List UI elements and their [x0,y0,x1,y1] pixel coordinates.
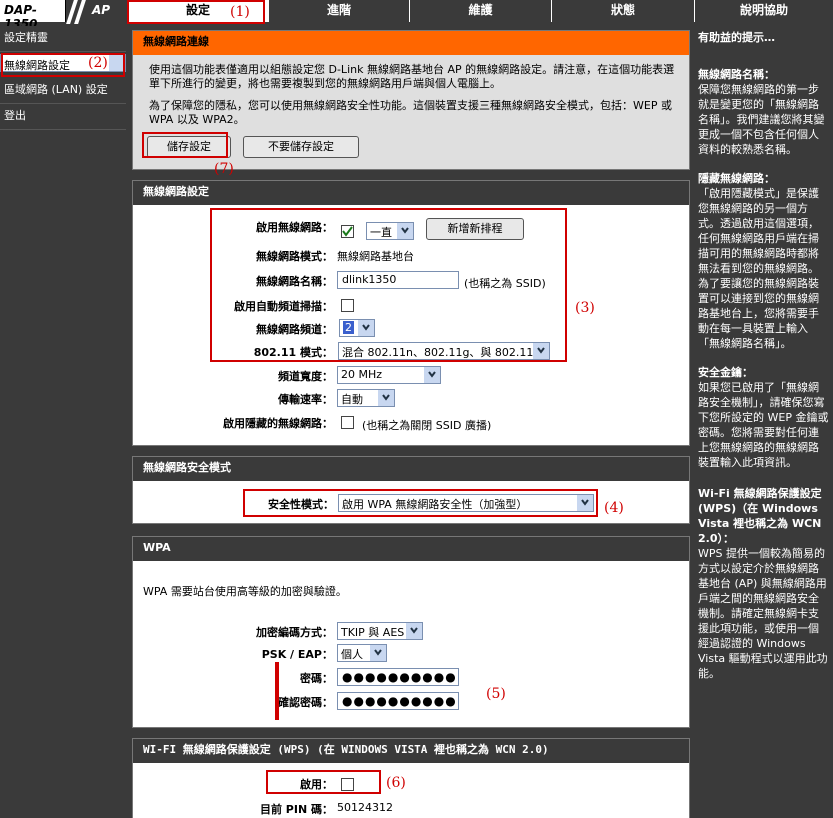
hidden-wireless-checkbox[interactable] [341,416,354,429]
transmission-rate-label: 傳輸速率： [278,393,333,406]
help-title: 有助益的提示… [698,31,775,44]
annotation-4: (4) [604,500,624,516]
help-panel: 有助益的提示… 無線網路名稱： 保障您無線網路的第一步就是變更您的「無線網路名稱… [694,24,833,818]
annotation-1: (1) [230,4,250,20]
cipher-select[interactable]: TKIP 與 AES [337,622,423,640]
security-mode-title: 無線網路安全模式 [133,457,689,481]
help-heading-wps: Wi-Fi 無線網路保護設定 (WPS)（在 Windows Vista 裡也稱… [698,487,822,545]
chevron-down-icon [374,649,382,656]
sidebar-item-lan[interactable]: 區域網路 (LAN) 設定 [0,80,126,104]
highlight-box [266,770,381,794]
sidebar-item-logout[interactable]: 登出 [0,106,126,130]
help-text-wps: WPS 提供一個較為簡易的方式以設定介於無線網路基地台 (AP) 與無線網路用戶… [698,547,828,680]
highlight-box [142,132,228,158]
cipher-label: 加密編碼方式： [256,626,333,639]
help-text-key: 如果您已啟用了「無線網路安全機制」，請確保您寫下您所設定的 WEP 金鑰或密碼。… [698,381,829,469]
chevron-down-icon [362,324,370,331]
chevron-down-icon [382,394,390,401]
annotation-2: (2) [88,55,108,71]
highlight-box [210,208,567,362]
password-input[interactable]: ●●●●●●●●●● [337,668,459,686]
tab-maintenance[interactable]: 維護 [409,0,551,22]
channel-width-select[interactable]: 20 MHz [337,366,441,384]
chevron-down-icon [428,371,436,378]
chevron-down-icon [537,347,545,354]
highlight-box [243,489,598,517]
wireless-settings-title: 無線網路設定 [133,181,689,205]
tab-status[interactable]: 狀態 [551,0,694,22]
pin-label: 目前 PIN 碼： [259,803,333,816]
intro-title: 無線網路連線 [133,31,689,55]
annotation-7: (7) [214,161,234,177]
wpa-description: WPA 需要站台使用高等級的加密與驗證。 [143,585,347,598]
help-heading-ssid: 無線網路名稱： [698,68,775,81]
dont-save-button[interactable]: 不要儲存設定 [243,136,359,158]
privacy-text: 為了保障您的隱私，您可以使用無線網路安全性功能。這個裝置支援三種無線網路安全模式… [149,99,672,126]
pin-value: 50124312 [337,801,393,814]
help-heading-hidden: 隱藏無線網路： [698,172,775,185]
channel-width-label: 頻道寬度： [278,370,333,383]
password-label: 密碼： [300,672,333,685]
tab-help[interactable]: 說明協助 [694,0,833,22]
help-heading-key: 安全金鑰： [698,366,753,379]
intro-text: 使用這個功能表僅適用以組態設定您 D-Link 無線網路基地台 AP 的無線網路… [149,63,675,90]
hidden-wireless-note: (也稱之為關閉 SSID 廣播) [362,419,492,432]
hidden-wireless-label: 啟用隱藏的無線網路： [223,417,333,430]
wps-title: WI-FI 無線網路保護設定 (WPS) (在 WINDOWS VISTA 裡也… [133,739,689,763]
brand-logo: DAP-1350 [0,0,66,31]
tab-advanced[interactable]: 進階 [268,0,409,22]
annotation-3: (3) [575,300,595,316]
sidebar-item-wizard[interactable]: 設定精靈 [0,28,126,52]
psk-eap-label: PSK / EAP： [261,648,333,661]
chevron-down-icon [410,627,418,634]
help-text-hidden: 「啟用隱藏模式」是保護您無線網路的另一個方式。透過啟用這個選項，任何無線網路用戶… [698,187,819,350]
sidebar [0,26,126,818]
device-mode: AP [92,3,111,17]
annotation-6: (6) [386,775,406,791]
transmission-rate-select[interactable]: 自動 [337,389,395,407]
help-text-ssid: 保障您無線網路的第一步就是變更您的「無線網路名稱」。我們建議您將其變更成一個不包… [698,83,825,156]
chevron-down-icon [401,227,409,234]
wpa-title: WPA [133,537,689,561]
psk-eap-select[interactable]: 個人 [337,644,387,662]
confirm-password-input[interactable]: ●●●●●●●●●● [337,692,459,710]
annotation-5: (5) [486,686,506,702]
chevron-down-icon [581,499,589,506]
confirm-password-label: 確認密碼： [278,696,333,709]
highlight-box [275,662,279,720]
